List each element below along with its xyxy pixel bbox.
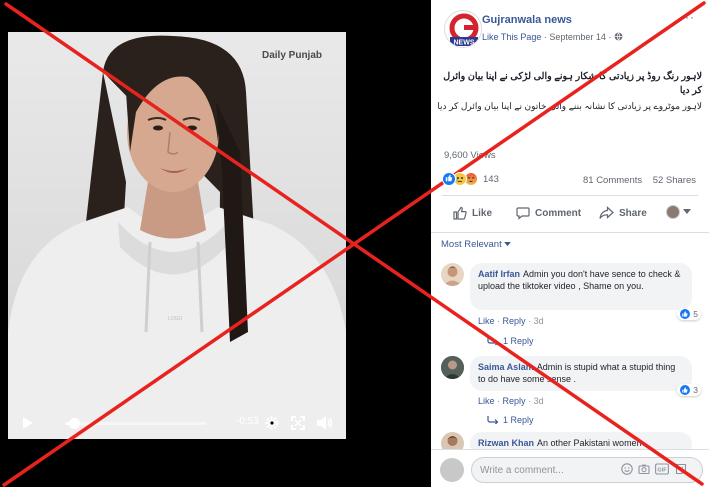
comment-label: Comment bbox=[535, 207, 582, 219]
divider bbox=[442, 195, 698, 196]
screenshot-root: LOGO Daily Punjab -0:53 NEWS Gujranwala … bbox=[0, 0, 709, 487]
progress-bar[interactable] bbox=[66, 418, 206, 429]
comment-reactions[interactable]: 5 bbox=[677, 308, 701, 320]
post-as-selector[interactable] bbox=[666, 205, 696, 219]
comment-text: An other Pakistani women bbox=[537, 438, 642, 448]
comment-placeholder: Write a comment... bbox=[480, 464, 564, 476]
comment-bubble: Aatif Irfan Admin you don't have sence to… bbox=[470, 263, 692, 310]
comment-composer: Write a comment... GIF bbox=[431, 449, 709, 487]
share-button[interactable]: Share bbox=[599, 206, 647, 220]
comment-bubble: Rizwan Khan An other Pakistani women bbox=[470, 432, 692, 449]
svg-text:GIF: GIF bbox=[657, 468, 667, 474]
chevron-down-icon bbox=[683, 209, 691, 214]
like-page-link[interactable]: Like This Page bbox=[482, 32, 541, 42]
video-frame[interactable]: LOGO Daily Punjab bbox=[8, 32, 346, 439]
sort-label: Most Relevant bbox=[441, 239, 502, 250]
post-date[interactable]: September 14 bbox=[549, 32, 606, 42]
volume-icon[interactable] bbox=[316, 415, 334, 431]
comment-like-link[interactable]: Like bbox=[478, 396, 495, 406]
replies-count: 1 Reply bbox=[503, 336, 534, 346]
commenter-avatar[interactable] bbox=[441, 356, 464, 379]
fullscreen-icon[interactable] bbox=[290, 415, 306, 431]
camera-icon[interactable] bbox=[638, 463, 650, 475]
commenter-avatar[interactable] bbox=[441, 432, 464, 449]
progress-scrubber[interactable] bbox=[69, 418, 81, 429]
comment-actions: Like · Reply · 3d bbox=[478, 316, 544, 326]
comment: Aatif Irfan Admin you don't have sence to… bbox=[441, 263, 701, 346]
post-panel: NEWS Gujranwala news Like This Page · Se… bbox=[431, 0, 709, 487]
video-controls: -0:53 bbox=[8, 407, 346, 439]
comment-icon bbox=[516, 207, 530, 220]
video-still-person: LOGO bbox=[8, 35, 346, 439]
video-player[interactable]: LOGO Daily Punjab -0:53 bbox=[0, 0, 431, 487]
view-replies-link[interactable]: 1 Reply bbox=[487, 336, 534, 346]
page-avatar[interactable]: NEWS bbox=[444, 10, 482, 48]
like-button[interactable]: Like bbox=[453, 206, 492, 220]
comment-time[interactable]: 3d bbox=[534, 316, 544, 326]
gif-icon[interactable]: GIF bbox=[655, 463, 669, 475]
comment-reaction-count: 3 bbox=[693, 385, 698, 395]
comment-author[interactable]: Rizwan Khan bbox=[478, 438, 534, 448]
divider bbox=[431, 232, 709, 233]
replies-count: 1 Reply bbox=[503, 415, 534, 425]
comment-sort[interactable]: Most Relevant bbox=[441, 239, 512, 250]
post-header: NEWS Gujranwala news Like This Page · Se… bbox=[431, 0, 709, 55]
commenter-avatar[interactable] bbox=[441, 263, 464, 286]
comment-button[interactable]: Comment bbox=[516, 206, 581, 220]
post-text: لاہور رنگ روڈ پر زیادتی کا شکار ہونے وال… bbox=[437, 70, 702, 113]
shares-count[interactable]: 52 Shares bbox=[653, 175, 696, 186]
share-icon bbox=[599, 206, 614, 219]
like-label: Like bbox=[472, 207, 493, 219]
post-options-icon[interactable]: ··· bbox=[680, 10, 695, 24]
comments-count[interactable]: 81 Comments bbox=[583, 175, 642, 186]
comment-author[interactable]: Saima Aslam bbox=[478, 362, 534, 372]
post-title: لاہور رنگ روڈ پر زیادتی کا شکار ہونے وال… bbox=[443, 71, 702, 96]
composer-avatar bbox=[440, 458, 464, 482]
engagement-counts: 81 Comments 52 Shares bbox=[583, 175, 696, 186]
page-logo-icon: NEWS bbox=[449, 13, 479, 47]
comment-like-link[interactable]: Like bbox=[478, 316, 495, 326]
comment-actions: Like · Reply · 3d bbox=[478, 396, 544, 406]
sticker-icon[interactable] bbox=[675, 463, 687, 475]
like-reaction-icon bbox=[680, 309, 691, 319]
globe-icon bbox=[614, 32, 623, 41]
comment-reactions[interactable]: 3 bbox=[677, 384, 701, 396]
gear-icon[interactable] bbox=[264, 415, 280, 431]
post-body: لاہور موٹروے پر زیادتی کا نشانہ بننے وال… bbox=[437, 101, 702, 111]
time-remaining: -0:53 bbox=[236, 416, 259, 427]
video-watermark: Daily Punjab bbox=[261, 50, 322, 61]
viewer-avatar bbox=[666, 205, 680, 219]
comment: Saima Aslam Admin is stupid what a stupid… bbox=[441, 356, 701, 431]
post-meta: Like This Page · September 14 · bbox=[482, 32, 623, 42]
view-replies-link[interactable]: 1 Reply bbox=[487, 415, 534, 425]
svg-text:LOGO: LOGO bbox=[168, 316, 183, 322]
view-count: 9,600 Views bbox=[444, 150, 496, 161]
comment-reply-link[interactable]: Reply bbox=[503, 396, 526, 406]
page-name[interactable]: Gujranwala news bbox=[482, 14, 572, 26]
play-icon[interactable] bbox=[20, 416, 34, 430]
comment: Rizwan Khan An other Pakistani women bbox=[441, 432, 701, 449]
reply-arrow-icon bbox=[487, 416, 499, 424]
comment-reaction-count: 5 bbox=[693, 309, 698, 319]
comment-author[interactable]: Aatif Irfan bbox=[478, 269, 520, 279]
chevron-down-icon bbox=[504, 242, 512, 247]
emoji-icon[interactable] bbox=[621, 463, 633, 475]
counts-spacer bbox=[645, 175, 650, 186]
reaction-count: 143 bbox=[483, 173, 499, 185]
post-actions: Like Comment Share bbox=[442, 200, 698, 228]
comment-time[interactable]: 3d bbox=[534, 396, 544, 406]
thumbs-up-icon bbox=[453, 206, 467, 220]
comment-reply-link[interactable]: Reply bbox=[503, 316, 526, 326]
reply-arrow-icon bbox=[487, 337, 499, 345]
like-reaction-icon bbox=[680, 385, 691, 395]
reaction-summary[interactable]: 143 bbox=[442, 172, 499, 186]
comment-bubble: Saima Aslam Admin is stupid what a stupid… bbox=[470, 356, 692, 391]
like-reaction-icon bbox=[442, 172, 456, 186]
page-logo-text: NEWS bbox=[454, 40, 475, 47]
share-label: Share bbox=[619, 207, 647, 219]
